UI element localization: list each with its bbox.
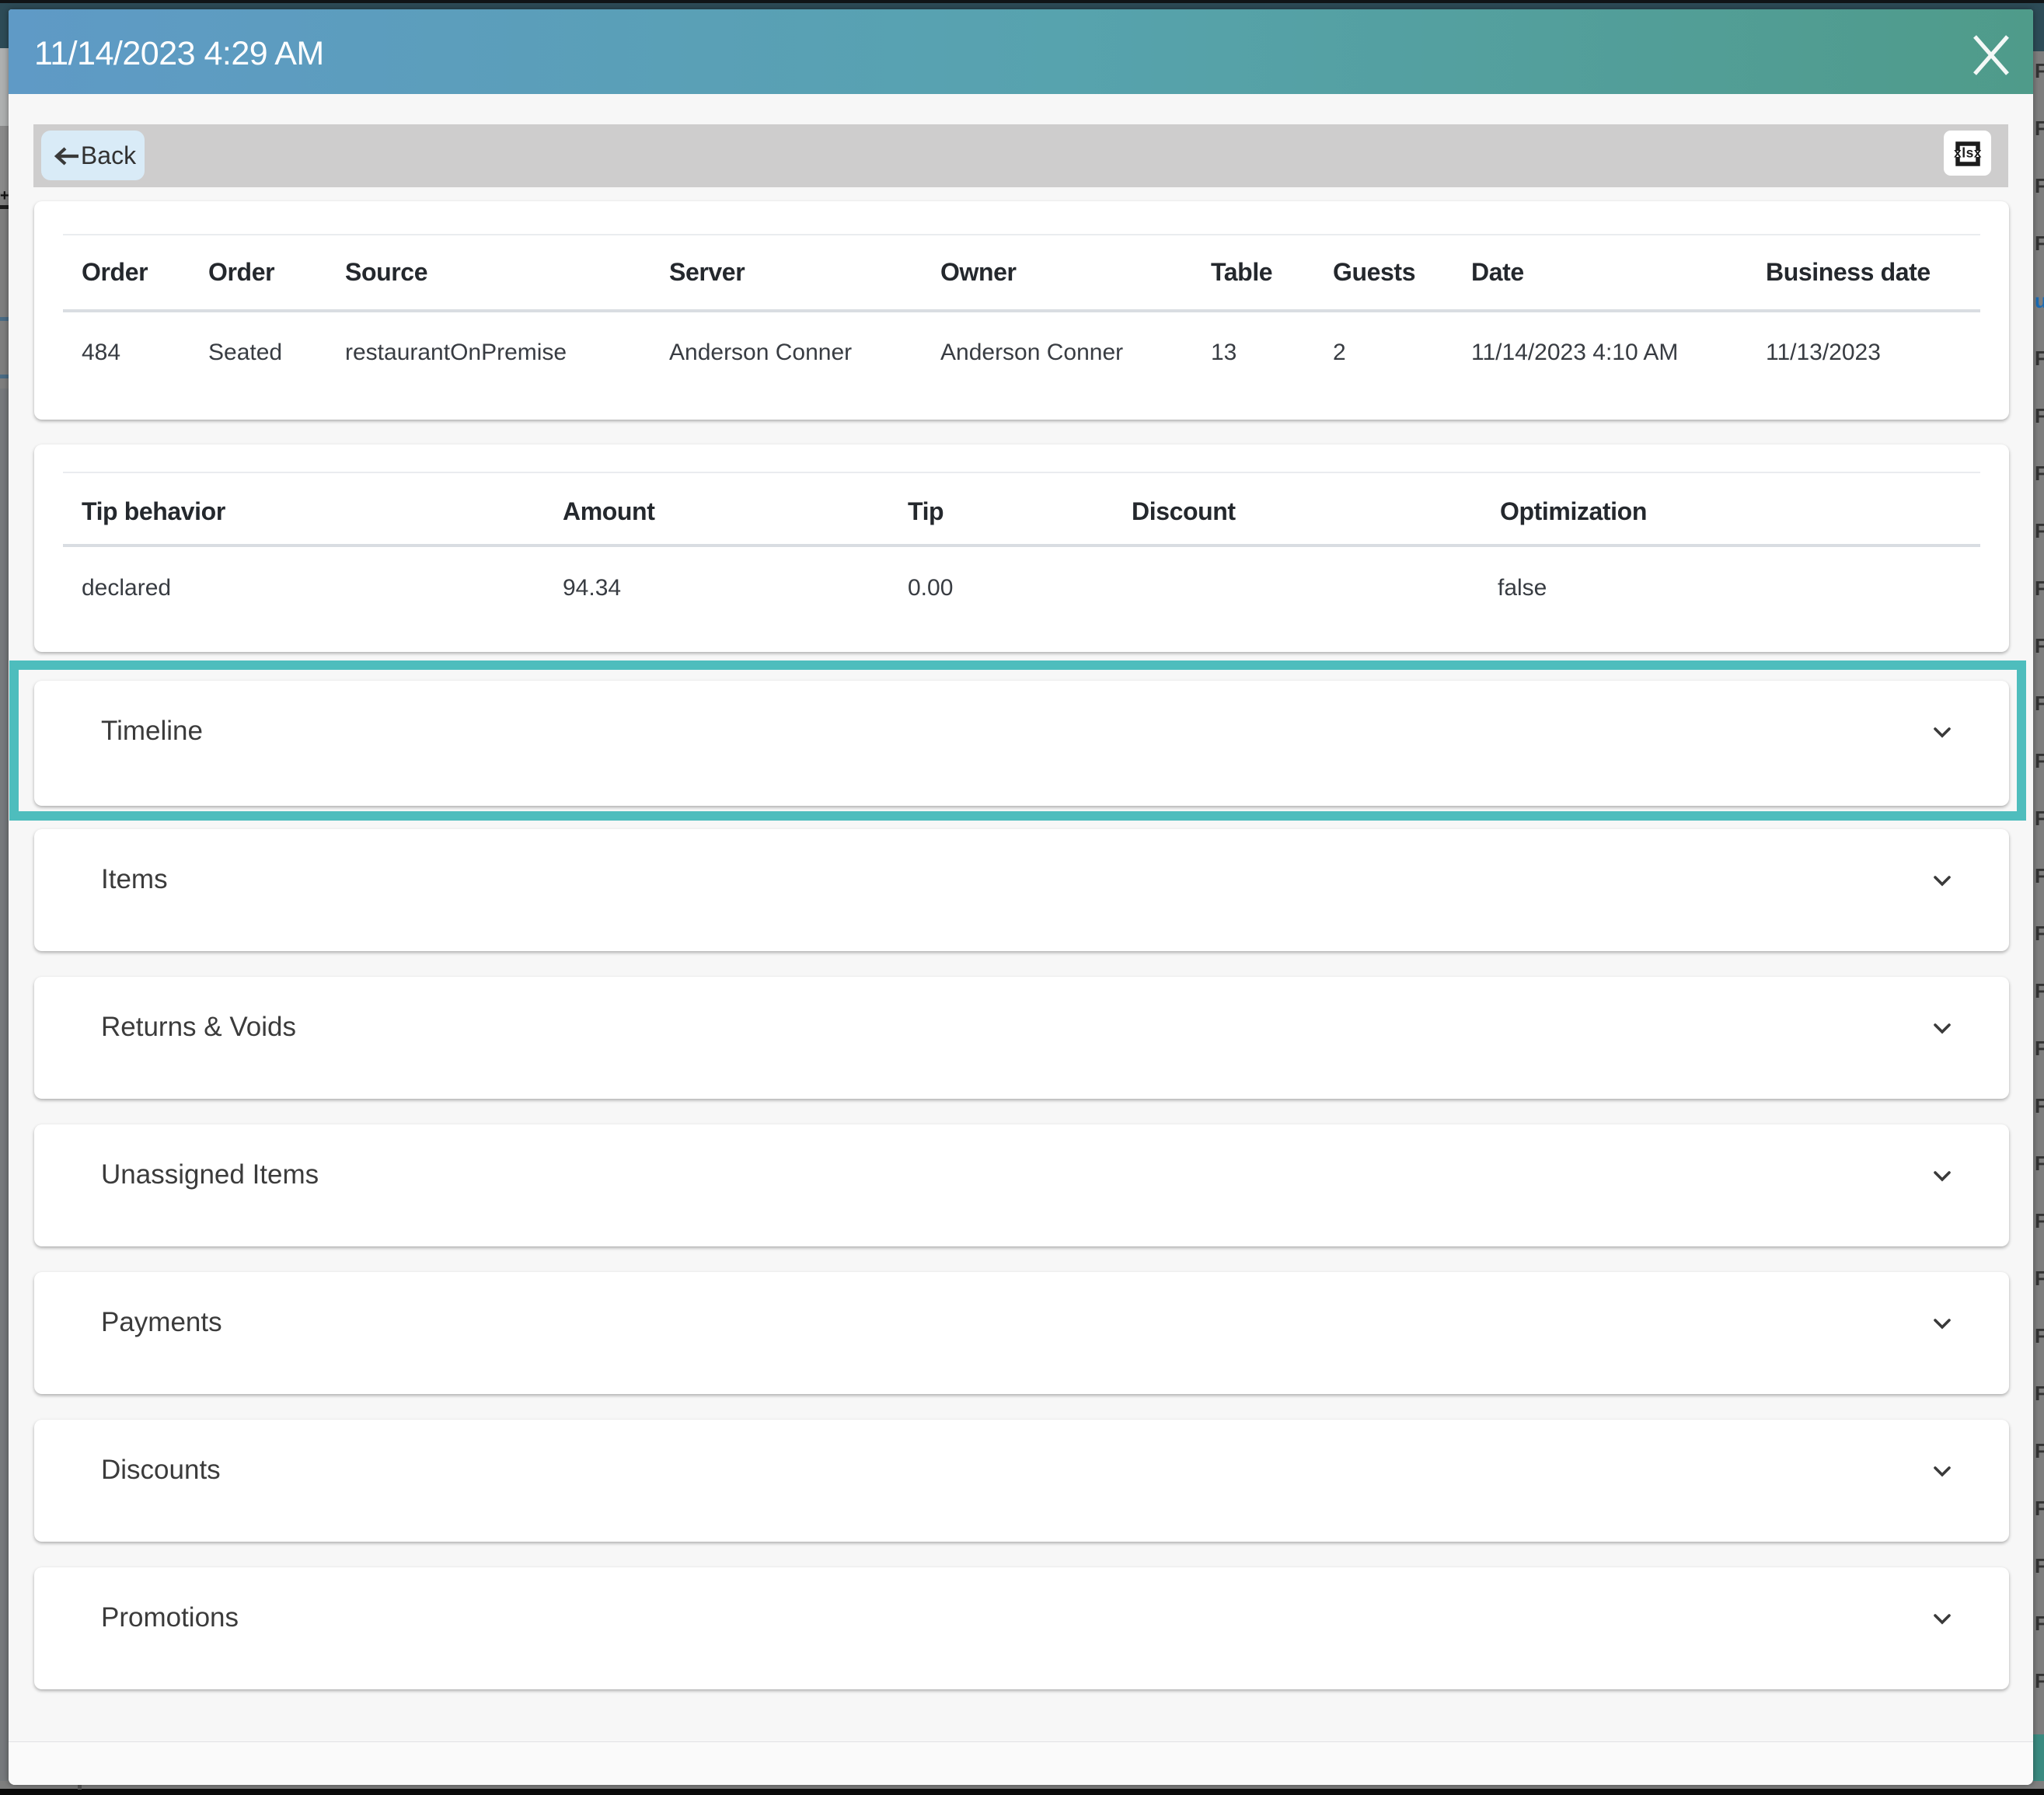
- svg-text:xlsx: xlsx: [1954, 145, 1982, 161]
